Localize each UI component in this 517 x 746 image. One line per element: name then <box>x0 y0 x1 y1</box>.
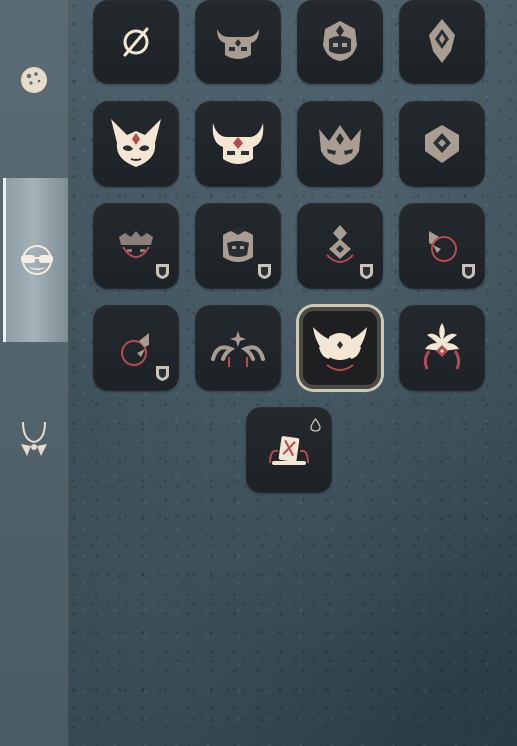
feather-plume-headdress-icon <box>423 323 461 370</box>
winged-horned-mask-icon <box>111 119 161 167</box>
tab-glasses-mustache[interactable] <box>3 178 68 342</box>
glasses-mustache-icon <box>21 245 53 275</box>
tab-face-paint[interactable] <box>3 52 65 108</box>
cosmetic-slot-11[interactable] <box>297 203 383 289</box>
lock-badge-icon <box>462 264 475 279</box>
lock-badge-icon <box>258 264 271 279</box>
lock-badge-icon <box>156 366 169 381</box>
feathered-wing-mask-icon <box>313 327 367 371</box>
star-curl-headband-icon <box>211 331 265 367</box>
cosmetic-slot-3[interactable] <box>297 0 383 84</box>
cosmetic-slot-7[interactable] <box>297 101 383 187</box>
crowned-mask-icon <box>323 21 357 61</box>
none-icon <box>123 27 149 57</box>
tab-necklace[interactable] <box>3 410 65 466</box>
category-sidebar <box>0 0 69 746</box>
hooded-diamond-mask-icon <box>425 125 459 163</box>
necklace-icon <box>21 421 47 456</box>
droplet-badge-icon <box>310 418 321 432</box>
lock-badge-icon <box>360 264 373 279</box>
spiked-crown-mask-icon <box>319 125 361 165</box>
cosmetic-slot-4[interactable] <box>399 0 485 84</box>
cosmetic-slot-13[interactable] <box>93 305 179 391</box>
cosmetic-slot-9[interactable] <box>93 203 179 289</box>
cosmetic-slot-10[interactable] <box>195 203 281 289</box>
cosmetic-slot-2[interactable] <box>195 0 281 84</box>
cosmetic-slot-16[interactable] <box>399 305 485 391</box>
face-paint-icon <box>21 67 47 93</box>
bull-horned-mask-icon <box>212 123 264 164</box>
cosmetic-slot-12[interactable] <box>399 203 485 289</box>
cosmetic-slot-17[interactable] <box>246 407 332 493</box>
cosmetic-slot-15-selected[interactable] <box>299 307 381 389</box>
horned-mask-icon <box>217 29 259 59</box>
lock-badge-icon <box>156 264 169 279</box>
diamond-headpiece-icon <box>429 19 455 63</box>
cosmetic-slot-none[interactable] <box>93 0 179 84</box>
cosmetic-slot-8[interactable] <box>399 101 485 187</box>
cosmetic-slot-5[interactable] <box>93 101 179 187</box>
cosmetic-slot-14[interactable] <box>195 305 281 391</box>
cosmetic-slot-6[interactable] <box>195 101 281 187</box>
